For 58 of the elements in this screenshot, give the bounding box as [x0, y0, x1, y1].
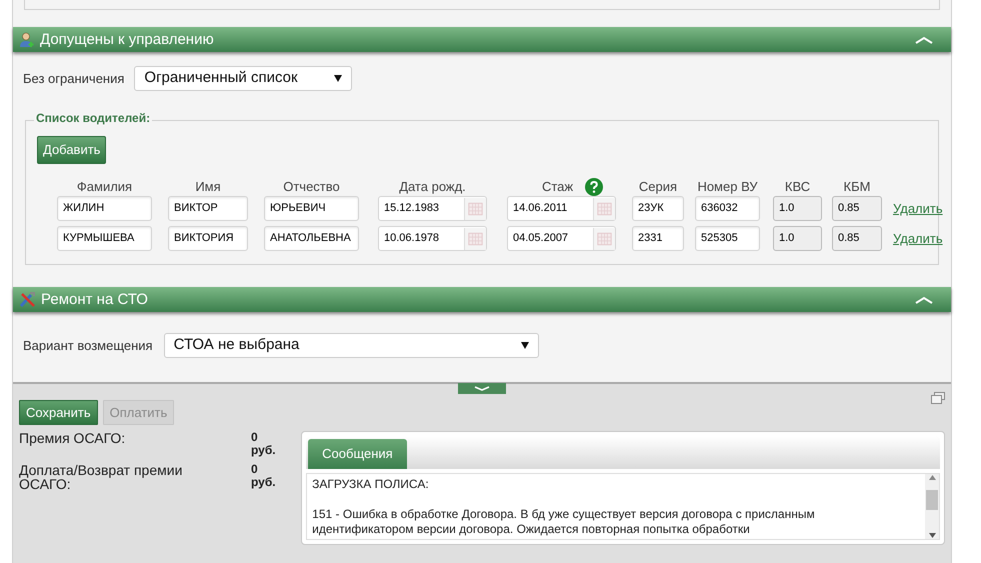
- chevron-down-icon: [474, 386, 490, 391]
- column-header: КБМ: [844, 178, 870, 196]
- text-field[interactable]: ВИКТОР: [168, 196, 248, 221]
- caret-icon: [520, 342, 529, 349]
- text-field[interactable]: ЖИЛИН: [57, 196, 152, 221]
- dropdown[interactable]: Ограниченный список: [134, 66, 352, 91]
- dropdown[interactable]: СТОА не выбрана: [164, 333, 539, 358]
- premium-label: Премия ОСАГО:: [19, 431, 126, 448]
- text-field[interactable]: 1.0: [773, 226, 822, 251]
- column-header: Номер ВУ: [697, 178, 758, 196]
- premium-label: Доплата/Возврат премии ОСАГО:: [19, 463, 184, 491]
- text-field[interactable]: ВИКТОРИЯ: [168, 226, 248, 251]
- section-title: Допущены к управлению: [40, 32, 214, 47]
- user-add-icon: [19, 32, 35, 48]
- date-field[interactable]: 10.06.1978: [378, 226, 487, 251]
- column-header: Имя: [195, 178, 221, 196]
- field-label: Без ограничения: [23, 70, 124, 88]
- text-field[interactable]: 636032: [695, 196, 760, 221]
- column-header: КВС: [784, 178, 810, 196]
- column-header: Дата рожд.: [399, 178, 466, 196]
- premium-value: 0 руб.: [251, 431, 277, 457]
- text-field[interactable]: 0.85: [832, 226, 882, 251]
- text-field[interactable]: 2331: [632, 226, 684, 251]
- scrollbar[interactable]: [925, 474, 939, 539]
- date-field[interactable]: 14.06.2011: [507, 196, 616, 221]
- fieldset-legend: Список водителей:: [34, 112, 152, 124]
- date-field[interactable]: 04.05.2007: [507, 226, 616, 251]
- message-text: 151 - Ошибка в обработке Договора. В бд уже существует версия договора с присланным идентификатором версии договора. Ожидается повторная попытка обработки: [312, 507, 816, 537]
- add-button[interactable]: Добавить: [37, 136, 106, 164]
- text-field[interactable]: АНАТОЛЬЕВНА: [264, 226, 359, 251]
- scroll-up-icon[interactable]: [928, 475, 936, 480]
- column-header: Стаж: [542, 178, 574, 196]
- action-button[interactable]: Сохранить: [19, 400, 98, 425]
- text-field[interactable]: КУРМЫШЕВА: [57, 226, 152, 251]
- date-field[interactable]: 15.12.1983: [378, 196, 487, 221]
- delete-link[interactable]: Удалить: [893, 198, 943, 218]
- text-field[interactable]: 1.0: [773, 196, 822, 221]
- column-header: Серия: [638, 178, 678, 196]
- column-header: Отчество: [283, 178, 340, 196]
- text-field[interactable]: 23УК: [632, 196, 684, 221]
- delete-link[interactable]: Удалить: [893, 228, 943, 248]
- text-field[interactable]: 525305: [695, 226, 760, 251]
- premium-value: 0 руб.: [251, 463, 277, 491]
- text-field[interactable]: 0.85: [832, 196, 882, 221]
- column-header: Фамилия: [76, 178, 132, 196]
- field-label: Вариант возмещения: [23, 336, 153, 355]
- text-field[interactable]: ЮРЬЕВИЧ: [264, 196, 359, 221]
- restore-window-icon[interactable]: [931, 392, 945, 404]
- panel-toggle[interactable]: [458, 383, 506, 394]
- collapse-icon[interactable]: [915, 36, 933, 44]
- help-icon[interactable]: [585, 178, 604, 196]
- section-title: Ремонт на СТО: [41, 292, 148, 307]
- caret-icon: [334, 75, 342, 82]
- message-text: ЗАГРУЗКА ПОЛИСА:: [312, 477, 430, 492]
- messages-tab[interactable]: Сообщения: [308, 439, 407, 469]
- collapse-icon[interactable]: [915, 296, 933, 304]
- tools-icon: [19, 291, 36, 308]
- scroll-down-icon[interactable]: [928, 533, 936, 538]
